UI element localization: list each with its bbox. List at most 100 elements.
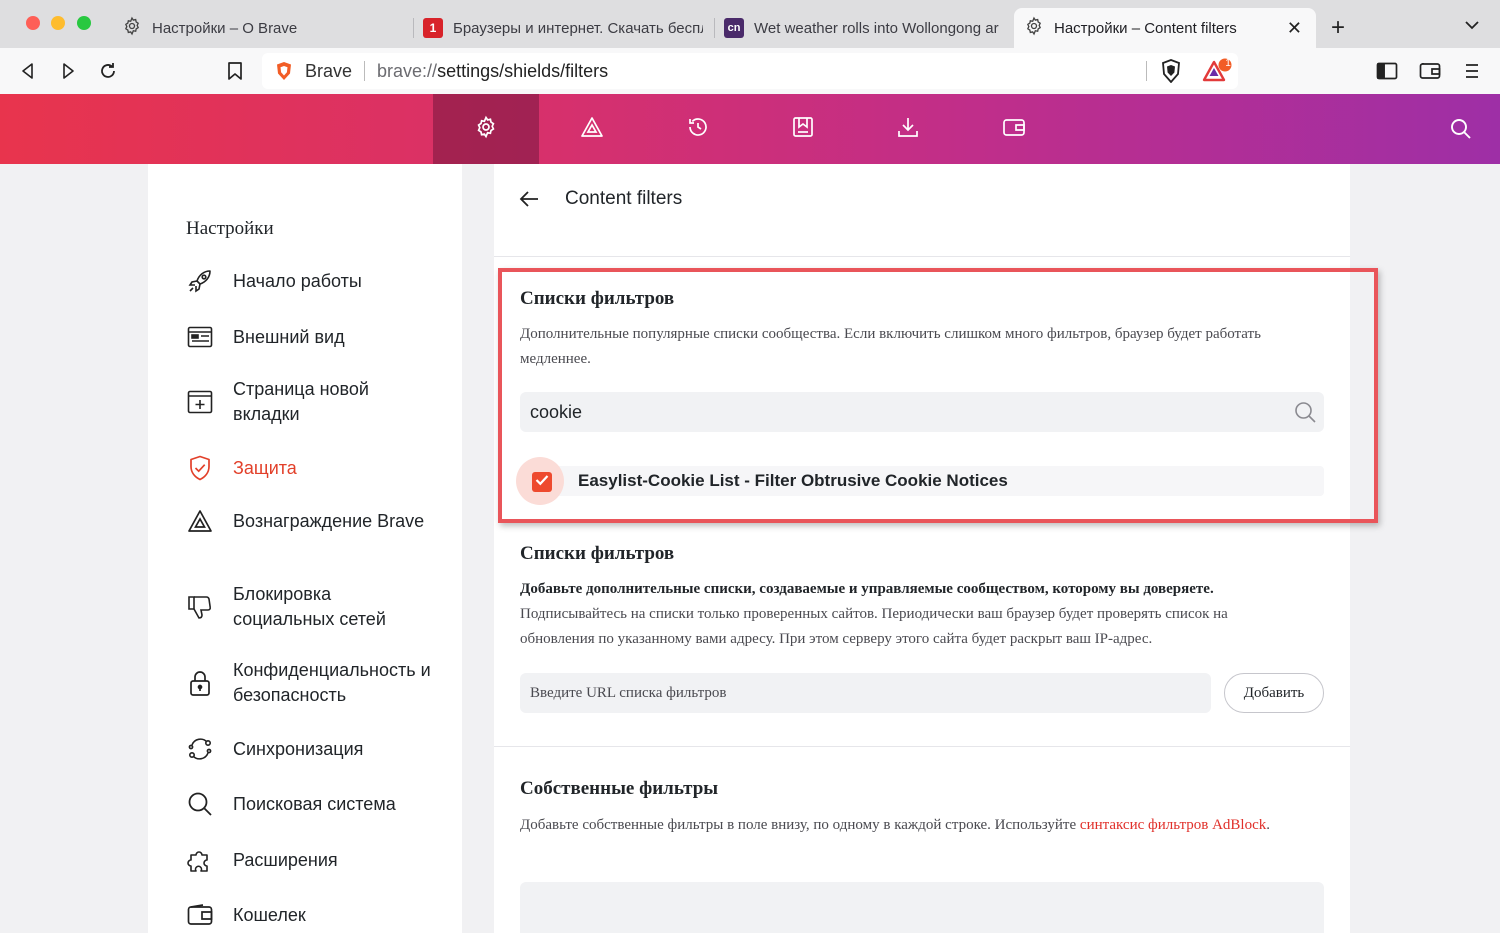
- new-tab-icon: [186, 388, 214, 416]
- forward-icon[interactable]: [56, 59, 80, 83]
- search-icon[interactable]: [1294, 401, 1316, 428]
- tab-browsers[interactable]: 1 Браузеры и интернет. Скачать бесплатно: [413, 8, 715, 48]
- sidebar-item-label: Блокировка социальных сетей: [233, 584, 386, 629]
- settings-button[interactable]: [433, 94, 539, 164]
- rewards-badge: 1: [1225, 58, 1231, 69]
- close-window-button[interactable]: [26, 16, 40, 30]
- search-icon: [1449, 119, 1473, 145]
- own-filters-heading: Собственные фильтры: [520, 778, 719, 799]
- sidebar-item-sync[interactable]: Синхронизация: [186, 735, 433, 763]
- content-filters-page: Content filters Списки фильтров Дополнит…: [494, 164, 1350, 933]
- sidebar-item-wallet[interactable]: Кошелек: [186, 901, 433, 929]
- gear-icon: [474, 115, 498, 144]
- rewards-icon: [580, 116, 604, 143]
- filter-search-field: [520, 392, 1324, 432]
- tab-title: Браузеры и интернет. Скачать бесплатно: [453, 19, 703, 37]
- filter-checkbox[interactable]: [532, 472, 552, 492]
- tab-title: Настройки – Content filters: [1054, 19, 1237, 37]
- new-tab-button[interactable]: +: [1331, 16, 1345, 40]
- back-icon[interactable]: [16, 59, 40, 83]
- search-icon: [186, 790, 214, 818]
- sidebar-item-privacy[interactable]: Конфиденциальность и безопасность: [186, 658, 433, 708]
- gear-icon: [1024, 16, 1044, 40]
- sidebar-item-social-blocking[interactable]: Блокировка социальных сетей: [186, 582, 433, 632]
- shield-icon: [186, 454, 214, 482]
- puzzle-icon: [186, 846, 214, 874]
- appearance-icon: [186, 323, 214, 351]
- wallet-button[interactable]: [961, 94, 1067, 164]
- menu-icon[interactable]: [1460, 59, 1484, 83]
- sidebar-toggle-icon[interactable]: [1375, 59, 1399, 83]
- wallet-icon: [1002, 117, 1026, 142]
- sidebar-item-label: Кошелек: [233, 904, 306, 925]
- chevron-down-icon[interactable]: [1464, 18, 1480, 36]
- settings-sidebar: Настройки Начало работы Внешний вид Стра…: [148, 164, 462, 933]
- lock-icon: [186, 669, 214, 697]
- sidebar-item-label: Начало работы: [233, 270, 362, 291]
- custom-lists-description: Подписывайтесь на списки только проверен…: [520, 606, 1228, 647]
- add-filter-list-button[interactable]: Добавить: [1224, 673, 1324, 713]
- bookmark-icon[interactable]: [223, 59, 247, 83]
- sidebar-item-rewards[interactable]: Вознаграждение Brave: [186, 507, 433, 535]
- bookmarks-icon: [792, 116, 814, 143]
- site-favicon-icon: 1: [423, 18, 443, 38]
- sidebar-item-label: Страница новой вкладки: [233, 379, 369, 424]
- sidebar-item-label: Вознаграждение Brave: [233, 510, 425, 531]
- tab-title: Настройки – О Brave: [152, 19, 298, 37]
- sidebar-item-shields[interactable]: Защита: [186, 454, 433, 482]
- rewards-button[interactable]: [539, 94, 645, 164]
- history-button[interactable]: [645, 94, 751, 164]
- sidebar-item-label: Расширения: [233, 849, 338, 870]
- settings-search-button[interactable]: [1449, 117, 1473, 146]
- own-filters-description: Добавьте собственные фильтры в поле вниз…: [520, 817, 1271, 833]
- tab-content-filters[interactable]: Настройки – Content filters ✕: [1014, 8, 1316, 48]
- filter-list-item[interactable]: Easylist-Cookie List - Filter Obtrusive …: [516, 457, 1324, 505]
- sync-icon: [186, 735, 214, 763]
- minimize-window-button[interactable]: [51, 16, 65, 30]
- sidebar-item-label: Защита: [233, 457, 297, 478]
- custom-lists-heading: Списки фильтров: [520, 543, 675, 564]
- page-title: Content filters: [565, 188, 683, 209]
- tab-strip: Настройки – О Brave 1 Браузеры и интерне…: [0, 0, 1500, 48]
- custom-lists-description-bold: Добавьте дополнительные списки, создавае…: [520, 581, 1214, 597]
- filter-list-url-input[interactable]: [520, 673, 1211, 713]
- rewards-icon: [186, 507, 214, 535]
- divider: [494, 746, 1350, 747]
- sidebar-title: Настройки: [186, 218, 274, 239]
- back-arrow-icon[interactable]: [518, 188, 540, 215]
- sidebar-item-label: Внешний вид: [233, 326, 345, 347]
- sidebar-item-extensions[interactable]: Расширения: [186, 846, 433, 874]
- sidebar-item-label: Поисковая система: [233, 793, 396, 814]
- filter-list-label: Easylist-Cookie List - Filter Obtrusive …: [578, 471, 1008, 490]
- browser-toolbar: Brave brave://settings/shields/filters 1: [0, 48, 1500, 94]
- tab-wet-weather[interactable]: cn Wet weather rolls into Wollongong are…: [714, 8, 1014, 48]
- sidebar-item-new-tab[interactable]: Страница новой вкладки: [186, 377, 433, 427]
- tab-title: Wet weather rolls into Wollongong area: [754, 19, 999, 37]
- reload-icon[interactable]: [96, 59, 120, 83]
- downloads-button[interactable]: [855, 94, 961, 164]
- sidebar-item-label: Синхронизация: [233, 738, 364, 759]
- close-tab-icon[interactable]: ✕: [1287, 18, 1302, 38]
- bookmarks-button[interactable]: [750, 94, 856, 164]
- brave-shields-button[interactable]: [1160, 59, 1182, 88]
- wallet-icon: [186, 901, 214, 929]
- filter-lists-description: Дополнительные популярные списки сообщес…: [520, 326, 1261, 367]
- wallet-icon[interactable]: [1418, 59, 1442, 83]
- sidebar-item-appearance[interactable]: Внешний вид: [186, 323, 433, 351]
- filter-lists-heading: Списки фильтров: [520, 288, 675, 309]
- address-bar[interactable]: Brave brave://settings/shields/filters 1: [262, 53, 1238, 89]
- gear-icon: [122, 16, 142, 40]
- tab-about-brave[interactable]: Настройки – О Brave: [112, 8, 414, 48]
- sidebar-item-label: Конфиденциальность и безопасность: [233, 660, 431, 705]
- url-text: brave://settings/shields/filters: [377, 60, 609, 81]
- adblock-syntax-link[interactable]: синтаксис фильтров AdBlock: [1080, 817, 1266, 833]
- zoom-window-button[interactable]: [77, 16, 91, 30]
- history-icon: [686, 115, 710, 144]
- custom-filters-textarea[interactable]: [520, 882, 1324, 933]
- checkmark-icon: [535, 473, 549, 491]
- sidebar-item-search-engine[interactable]: Поисковая система: [186, 790, 433, 818]
- divider: [494, 256, 1350, 257]
- sidebar-item-get-started[interactable]: Начало работы: [186, 267, 433, 295]
- rocket-icon: [186, 267, 214, 295]
- filter-search-input[interactable]: [530, 392, 1280, 432]
